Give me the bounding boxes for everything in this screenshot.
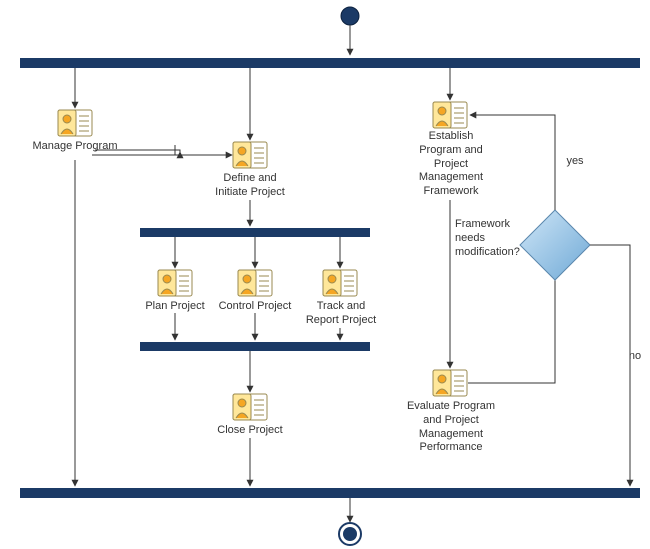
final-node	[343, 527, 357, 541]
close-project-label: Close Project	[210, 424, 290, 438]
define-initiate-icon	[233, 142, 267, 168]
close-project-icon	[233, 394, 267, 420]
fork-bar-top	[20, 58, 640, 68]
evaluate-performance-icon	[433, 370, 467, 396]
manage-program-icon	[58, 110, 92, 136]
decision-label: Framework needs modification?	[455, 218, 529, 259]
fork-bar-inner-upper	[140, 228, 370, 237]
plan-project-icon	[158, 270, 192, 296]
edge-no-label: no	[620, 350, 650, 364]
track-report-icon	[323, 270, 357, 296]
initial-node	[341, 7, 359, 25]
define-initiate-label: Define and Initiate Project	[205, 172, 295, 200]
plan-project-label: Plan Project	[140, 300, 210, 314]
manage-program-label: Manage Program	[25, 140, 125, 154]
join-bar-bottom	[20, 488, 640, 498]
control-project-icon	[238, 270, 272, 296]
decision-diamond	[520, 210, 590, 280]
establish-framework-icon	[433, 102, 467, 128]
track-report-label: Track and Report Project	[303, 300, 379, 328]
join-bar-inner-lower	[140, 342, 370, 351]
establish-framework-label: Establish Program and Project Management…	[410, 130, 492, 199]
edge-yes-label: yes	[560, 155, 590, 169]
activity-diagram	[0, 0, 650, 549]
evaluate-performance-label: Evaluate Program and Project Management …	[403, 400, 499, 455]
control-project-label: Control Project	[213, 300, 297, 314]
